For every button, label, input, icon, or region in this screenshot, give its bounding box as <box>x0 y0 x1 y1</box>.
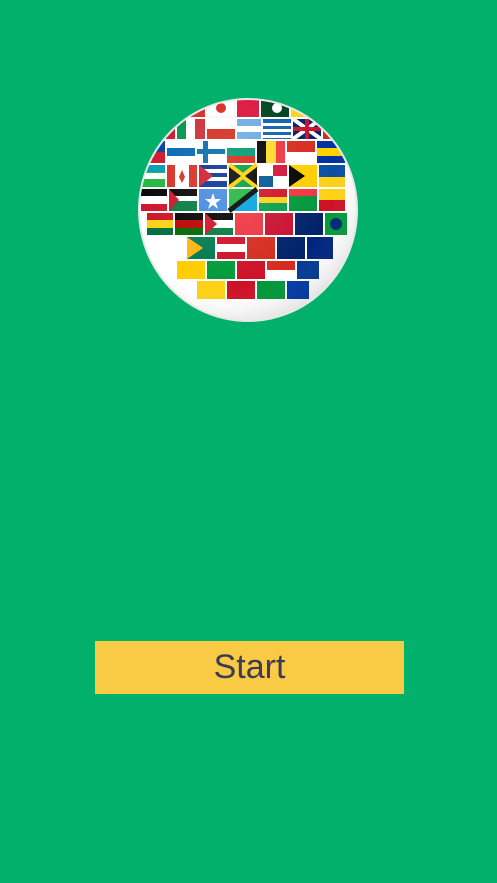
home-screen: Start <box>0 0 497 883</box>
start-button[interactable]: Start <box>95 641 404 694</box>
world-flags-globe-icon <box>137 97 359 323</box>
